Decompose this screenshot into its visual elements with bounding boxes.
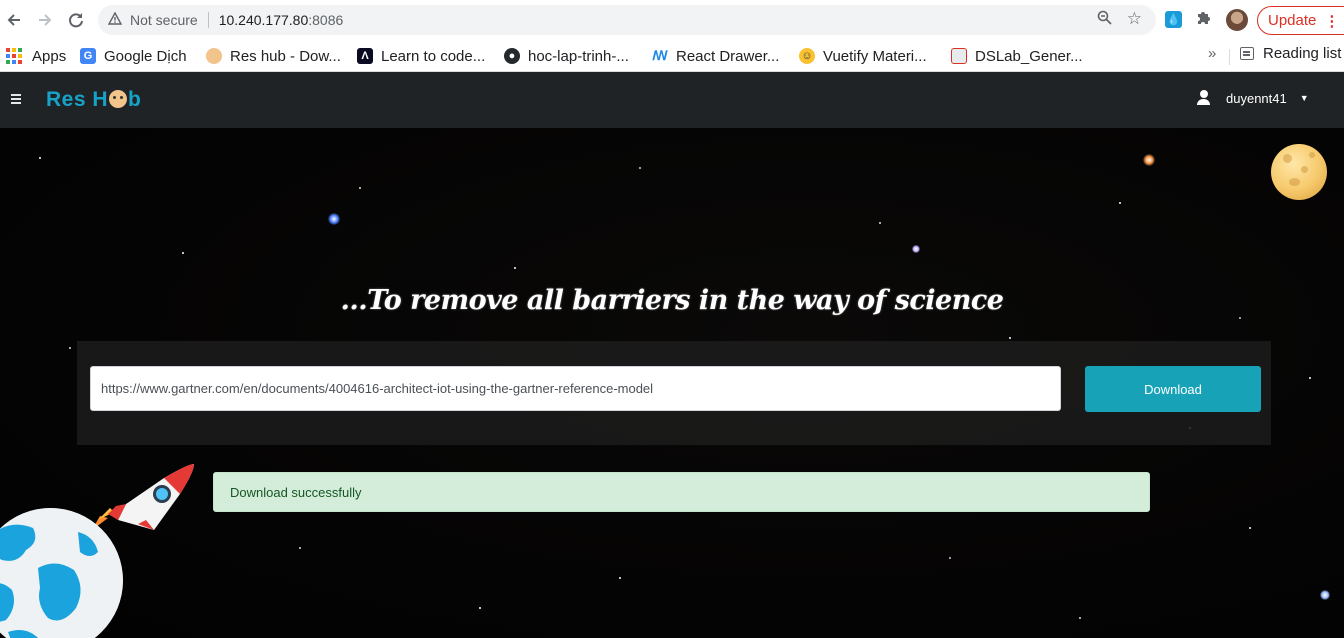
bookmark-label: Apps [32, 47, 67, 65]
bookmarks-bar: Apps G Google Dịch Res hub - Dow... Λ Le… [0, 40, 1344, 72]
zoom-magnifier-icon[interactable] [1097, 10, 1112, 29]
bookmark-react-drawer[interactable]: ꟿ React Drawer... [652, 45, 779, 67]
url-host: 10.240.177.80 [218, 12, 309, 28]
warning-triangle-icon[interactable] [107, 11, 126, 28]
react-drawer-icon: ꟿ [652, 48, 668, 64]
app-navbar: Res H b duyennt41 ▼ [0, 72, 1344, 128]
success-alert: Download successfully [213, 472, 1150, 512]
freecodecamp-icon: Λ [357, 48, 373, 64]
google-translate-icon: G [80, 48, 96, 64]
reading-list-label: Reading list [1263, 45, 1342, 62]
document-url-input[interactable] [90, 366, 1061, 411]
reading-list-icon [1240, 47, 1254, 60]
more-vert-icon: ⋮ [1324, 12, 1340, 30]
bookmark-label: React Drawer... [676, 47, 780, 65]
back-arrow-icon[interactable] [2, 8, 26, 32]
browser-toolbar: Not secure 10.240.177.80:8086 ☆ 💧 Update… [0, 0, 1344, 40]
divider [1229, 49, 1230, 65]
security-status[interactable]: Not secure [130, 12, 198, 28]
download-button[interactable]: Download [1085, 366, 1261, 412]
url-port: :8086 [308, 12, 344, 28]
bookmark-label: Vuetify Materi... [823, 47, 927, 65]
divider [207, 12, 209, 28]
github-icon: ● [504, 48, 520, 64]
profile-avatar[interactable] [1226, 9, 1248, 31]
update-button[interactable]: Update ⋮ [1257, 6, 1344, 35]
moon-planet-icon [1271, 144, 1327, 200]
reshub-icon [206, 48, 222, 64]
glowing-star [912, 245, 920, 253]
bookmark-label: Res hub - Dow... [230, 47, 341, 65]
brand-text-left: Res H [46, 88, 109, 111]
bookmark-label: hoc-lap-trinh-... [528, 47, 629, 65]
caret-down-icon: ▼ [1299, 93, 1309, 103]
glowing-star [1320, 590, 1330, 600]
brand-face-icon [109, 90, 128, 108]
bookmark-label: DSLab_Gener... [975, 47, 1083, 65]
forward-arrow-icon[interactable] [33, 8, 57, 32]
more-bookmarks-chevron[interactable]: » [1208, 45, 1216, 62]
reading-list-button[interactable]: Reading list [1240, 45, 1341, 62]
bookmark-reshub[interactable]: Res hub - Dow... [206, 45, 341, 67]
hero-tagline: ...To remove all barriers in the way of … [340, 285, 1004, 316]
user-menu[interactable]: duyennt41 ▼ [1197, 90, 1309, 106]
reload-icon[interactable] [64, 8, 88, 32]
glowing-star [328, 213, 340, 225]
dslab-icon [951, 48, 967, 64]
download-form: Download [77, 341, 1271, 445]
brand-text-right: b [128, 88, 142, 111]
water-drop-extension-icon[interactable]: 💧 [1165, 11, 1182, 28]
rocket-icon [92, 464, 194, 530]
menu-hamburger-icon[interactable] [11, 94, 21, 106]
bookmark-star-icon[interactable]: ☆ [1127, 9, 1142, 29]
bookmark-label: Learn to code... [381, 47, 486, 65]
username: duyennt41 [1226, 90, 1287, 106]
apps-grid-icon [6, 48, 22, 64]
bookmark-vuetify[interactable]: ☺ Vuetify Materi... [799, 45, 927, 67]
bookmark-learn-to-code[interactable]: Λ Learn to code... [357, 45, 485, 67]
bookmark-label: Google Dịch [104, 47, 187, 65]
bookmark-github[interactable]: ● hoc-lap-trinh-... [504, 45, 629, 67]
emoji-icon: ☺ [799, 48, 815, 64]
bookmark-google-dich[interactable]: G Google Dịch [80, 45, 187, 67]
update-label: Update [1268, 12, 1317, 29]
glowing-star [1143, 154, 1155, 166]
address-bar[interactable]: Not secure 10.240.177.80:8086 ☆ [98, 5, 1156, 35]
brand-logo[interactable]: Res H b [46, 88, 141, 112]
extensions-puzzle-icon[interactable] [1196, 9, 1212, 30]
space-hero: ...To remove all barriers in the way of … [0, 128, 1344, 638]
bookmark-apps[interactable]: Apps [6, 45, 66, 67]
user-cog-icon [1197, 90, 1215, 106]
bookmark-dslab[interactable]: DSLab_Gener... [951, 45, 1083, 67]
